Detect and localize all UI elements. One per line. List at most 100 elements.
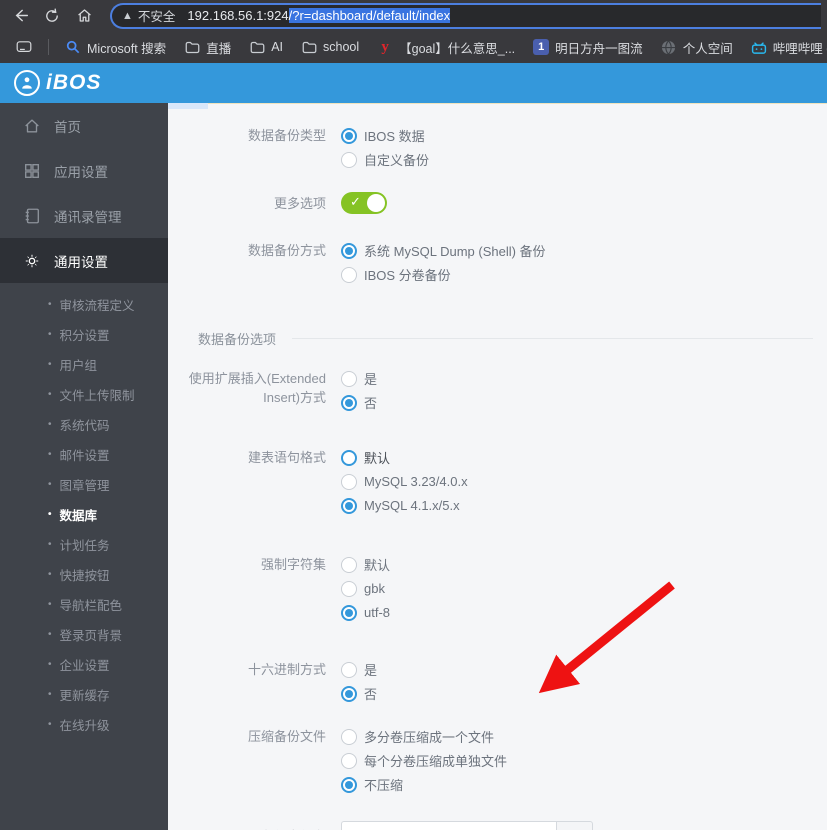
- field-label: 使用扩展插入(Extended Insert)方式: [188, 371, 326, 405]
- radio-icon[interactable]: [341, 473, 357, 490]
- security-label: 不安全: [137, 10, 176, 24]
- sidebar-item-label: 应用设置: [54, 164, 108, 180]
- radio-option[interactable]: 系统 MySQL Dump (Shell) 备份: [341, 240, 546, 261]
- radio-option[interactable]: utf-8: [341, 602, 390, 623]
- sidebar-subitem[interactable]: • 快捷按钮: [0, 559, 168, 589]
- form-row-backup-type: 数据备份类型 IBOS 数据 自定义备份: [176, 125, 827, 170]
- bookmark-item[interactable]: 直播: [176, 34, 239, 61]
- sidebar-item-apps[interactable]: 应用设置: [0, 148, 168, 193]
- bullet-icon: •: [48, 658, 52, 670]
- radio-option[interactable]: 每个分卷压缩成单独文件: [341, 750, 507, 771]
- bookmark-item[interactable]: AI: [241, 35, 291, 59]
- radio-option[interactable]: IBOS 数据: [341, 125, 429, 146]
- sidebar-subitem[interactable]: • 企业设置: [0, 649, 168, 679]
- field-label: 更多选项: [273, 196, 326, 211]
- home-icon[interactable]: [70, 3, 98, 29]
- sidebar-sub-items: • 审核流程定义 • 积分设置 • 用户组 • 文件上传限制 • 系统代码 • 邮件设置 • 图章管理 • 数…: [0, 283, 168, 749]
- radio-option[interactable]: 不压缩: [341, 774, 507, 795]
- radio-selected-icon[interactable]: [341, 604, 357, 621]
- bullet-icon: •: [48, 298, 52, 310]
- radio-option-label: MySQL 3.23/4.0.x: [364, 474, 468, 489]
- sidebar-item-contacts[interactable]: 通讯录管理: [0, 193, 168, 238]
- bookmark-item[interactable]: 1 明日方舟一图流: [525, 34, 651, 61]
- sidebar-subitem[interactable]: • 系统代码: [0, 409, 168, 439]
- address-bar[interactable]: ▲ 不安全 192.168.56.1:924/?r=dashboard/defa…: [110, 2, 821, 29]
- radio-icon[interactable]: [341, 449, 357, 466]
- radio-selected-icon[interactable]: [341, 497, 357, 514]
- radio-icon[interactable]: [341, 266, 357, 283]
- toggle-on-switch[interactable]: ✓: [341, 192, 387, 214]
- sidebar-subitem[interactable]: • 文件上传限制: [0, 379, 168, 409]
- radio-icon[interactable]: [341, 580, 357, 597]
- radio-selected-icon[interactable]: [341, 394, 357, 411]
- bookmark-item[interactable]: school: [293, 35, 367, 59]
- radio-option[interactable]: gbk: [341, 578, 390, 599]
- radio-option[interactable]: 是: [341, 659, 377, 680]
- radio-option-label: gbk: [364, 581, 385, 596]
- radio-icon[interactable]: [341, 728, 357, 745]
- sidebar-subitem[interactable]: • 用户组: [0, 349, 168, 379]
- radio-option[interactable]: IBOS 分卷备份: [341, 264, 546, 285]
- sidebar-subitem[interactable]: • 数据库: [0, 499, 168, 529]
- radio-icon[interactable]: [341, 752, 357, 769]
- sidebar-subitem[interactable]: • 审核流程定义: [0, 289, 168, 319]
- radio-icon[interactable]: [341, 661, 357, 678]
- radio-selected-icon[interactable]: [341, 127, 357, 144]
- bookmark-item[interactable]: Microsoft 搜索: [57, 34, 174, 61]
- sidebar-subitem-label: 审核流程定义: [59, 298, 135, 313]
- radio-option[interactable]: MySQL 4.1.x/5.x: [341, 495, 468, 516]
- form-section-header: 数据备份选项: [176, 329, 827, 348]
- radio-selected-icon[interactable]: [341, 776, 357, 793]
- sidebar-subitem-label: 更新缓存: [59, 688, 110, 703]
- radio-option[interactable]: MySQL 3.23/4.0.x: [341, 471, 468, 492]
- sidebar-item-label: 通用设置: [54, 254, 108, 270]
- radio-option[interactable]: 是: [341, 368, 377, 389]
- sidebar-subitem[interactable]: • 邮件设置: [0, 439, 168, 469]
- globe-icon: [661, 39, 677, 55]
- bookmark-item[interactable]: [8, 35, 40, 59]
- form-row-more-options: 更多选项 ✓: [176, 192, 827, 214]
- radio-option[interactable]: 自定义备份: [341, 149, 429, 170]
- sidebar-subitem[interactable]: • 图章管理: [0, 469, 168, 499]
- sidebar-item-home[interactable]: 首页: [0, 103, 168, 148]
- radio-icon[interactable]: [341, 370, 357, 387]
- bullet-icon: •: [48, 448, 52, 460]
- sidebar-subitem[interactable]: • 更新缓存: [0, 679, 168, 709]
- sidebar-subitem[interactable]: • 计划任务: [0, 529, 168, 559]
- bookmark-item[interactable]: y 【goal】什么意思_...: [369, 34, 523, 61]
- ibos-logo-icon: [14, 70, 40, 96]
- sidebar-subitem[interactable]: • 在线升级: [0, 709, 168, 739]
- field-label: 数据备份类型: [247, 128, 326, 143]
- radio-option-label: 系统 MySQL Dump (Shell) 备份: [364, 244, 546, 259]
- radio-option[interactable]: 多分卷压缩成一个文件: [341, 726, 507, 747]
- radio-option[interactable]: 否: [341, 683, 377, 704]
- refresh-icon[interactable]: [38, 3, 66, 29]
- radio-selected-icon[interactable]: [341, 685, 357, 702]
- sidebar-subitem[interactable]: • 积分设置: [0, 319, 168, 349]
- bookmark-item[interactable]: 哔哩哔哩 ( ゜- ゜)つ: [743, 34, 827, 61]
- field-label: 强制字符集: [260, 557, 326, 572]
- back-icon[interactable]: [6, 3, 34, 29]
- bookmark-item[interactable]: 个人空间: [653, 34, 741, 61]
- radio-option-label: 是: [364, 372, 378, 387]
- radio-selected-icon[interactable]: [341, 242, 357, 259]
- radio-option-label: 每个分卷压缩成单独文件: [364, 754, 508, 769]
- radio-option[interactable]: 默认: [341, 447, 468, 468]
- sidebar-subitem-label: 系统代码: [59, 418, 110, 433]
- bookmark-label: 明日方舟一图流: [555, 41, 643, 56]
- filename-input[interactable]: [341, 821, 556, 830]
- insecure-warning-icon: ▲: [122, 9, 133, 22]
- check-icon: ✓: [350, 194, 361, 209]
- ibos-logo[interactable]: iBOS: [14, 70, 101, 96]
- one-favicon: 1: [533, 39, 550, 55]
- field-label: 十六进制方式: [247, 662, 326, 677]
- radio-icon[interactable]: [341, 556, 357, 573]
- sidebar-main-items: 首页应用设置通讯录管理通用设置: [0, 103, 168, 283]
- radio-option[interactable]: 否: [341, 392, 377, 413]
- sidebar-subitem[interactable]: • 导航栏配色: [0, 589, 168, 619]
- sidebar-item-gear[interactable]: 通用设置: [0, 238, 168, 283]
- url-host: 192.168.56.1:924: [187, 8, 289, 23]
- radio-icon[interactable]: [341, 151, 357, 168]
- radio-option[interactable]: 默认: [341, 554, 390, 575]
- sidebar-subitem[interactable]: • 登录页背景: [0, 619, 168, 649]
